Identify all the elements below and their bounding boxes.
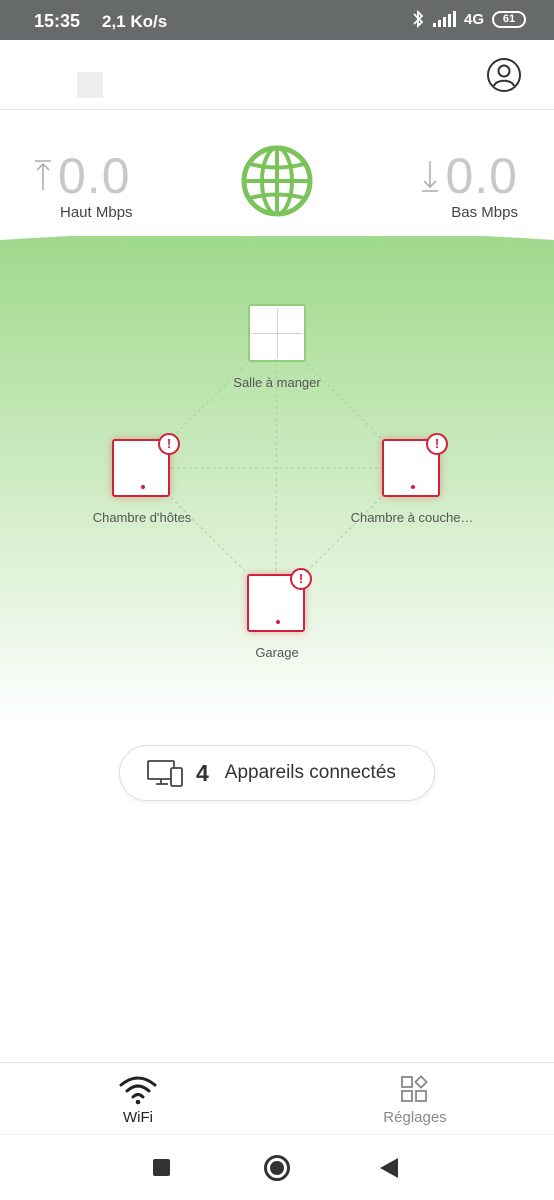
alert-badge: ! — [158, 433, 180, 455]
user-circle-icon[interactable] — [486, 57, 522, 93]
status-bar: 15:35 2,1 Ko/s 4G 61 — [0, 0, 554, 40]
system-navigation-bar — [0, 1134, 554, 1200]
devices-label: Appareils connectés — [224, 762, 396, 783]
download-arrow-icon — [422, 161, 439, 192]
tab-settings-label: Réglages — [383, 1109, 447, 1126]
satellite-label: Chambre à couche… — [350, 510, 474, 525]
status-network-speed: 2,1 Ko/s — [102, 12, 168, 31]
app-logo — [77, 72, 103, 98]
devices-count: 4 — [196, 759, 209, 786]
alert-badge: ! — [426, 433, 448, 455]
bluetooth-icon — [413, 9, 424, 29]
recent-apps-icon[interactable] — [153, 1159, 170, 1176]
settings-grid-icon — [401, 1075, 428, 1102]
devices-icon — [147, 760, 183, 787]
tab-settings[interactable]: Réglages — [325, 1063, 505, 1135]
upload-speed-label: Haut Mbps — [60, 204, 133, 221]
download-speed-value: 0.0 — [445, 148, 518, 204]
signal-icon — [432, 11, 456, 27]
mesh-network-map: Salle à manger ! Chambre d'hôtes ! Chamb… — [0, 236, 554, 726]
app-header — [0, 40, 554, 110]
tab-wifi-label: WiFi — [123, 1109, 153, 1126]
download-speed: 0.0 Bas Mbps — [419, 140, 518, 221]
satellite-label: Garage — [255, 645, 299, 660]
upload-speed: 0.0 Haut Mbps — [32, 140, 133, 221]
home-icon[interactable] — [264, 1155, 290, 1181]
download-speed-label: Bas Mbps — [451, 204, 518, 221]
network-type: 4G — [463, 10, 484, 28]
back-icon[interactable] — [380, 1158, 398, 1178]
bottom-navigation: WiFi Réglages — [0, 1062, 554, 1134]
connected-devices-button[interactable]: 4 Appareils connectés — [119, 745, 435, 801]
globe-icon[interactable] — [240, 144, 314, 218]
main-router-label: Salle à manger — [233, 375, 321, 390]
wifi-icon — [119, 1076, 157, 1105]
status-icons: 4G 61 — [411, 9, 526, 29]
alert-badge: ! — [290, 568, 312, 590]
status-time: 15:35 — [34, 11, 81, 31]
satellite-label: Chambre d'hôtes — [92, 510, 192, 525]
router-icon — [248, 304, 306, 362]
upload-speed-value: 0.0 — [58, 148, 131, 204]
upload-arrow-icon — [35, 160, 51, 190]
battery-icon: 61 — [492, 10, 526, 28]
tab-wifi[interactable]: WiFi — [48, 1063, 228, 1135]
